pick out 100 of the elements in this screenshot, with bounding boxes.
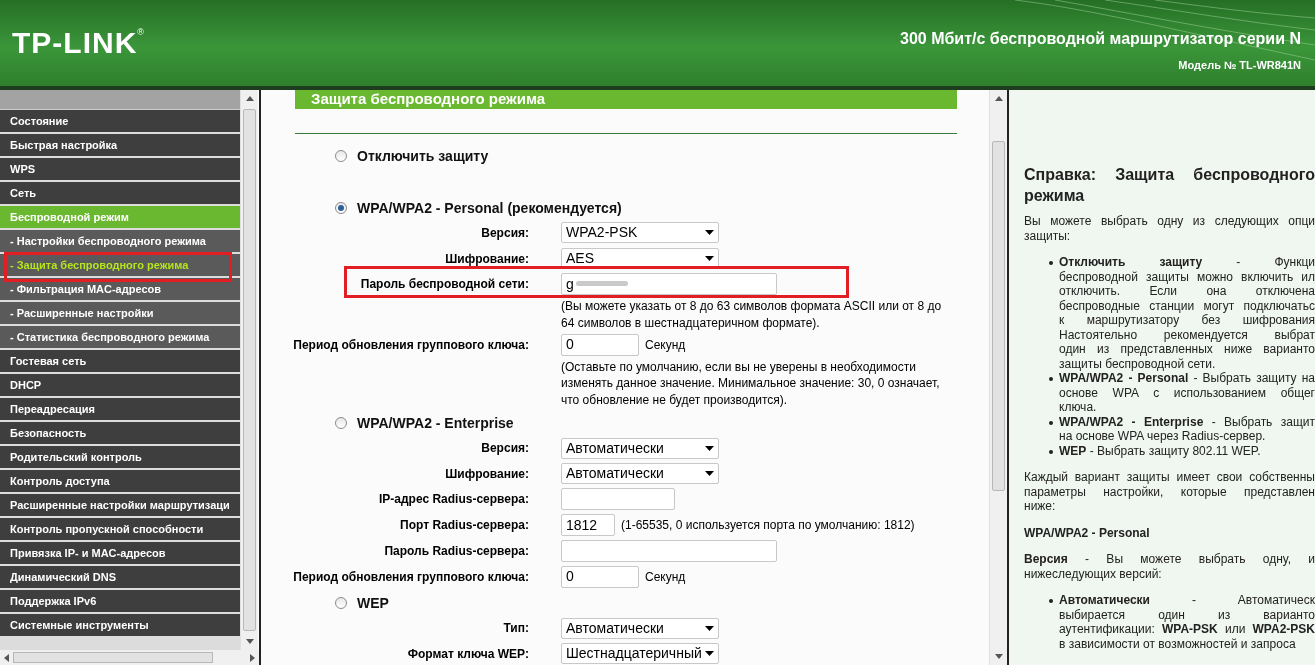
vertical-scrollbar[interactable]	[989, 90, 1007, 665]
menu-item[interactable]: Расширенные настройки маршрутизаци	[0, 494, 240, 516]
field-label: Тип:	[503, 621, 529, 636]
dropdown[interactable]: Автоматически	[561, 617, 719, 639]
submenu-item[interactable]: - Настройки беспроводного режима	[0, 230, 240, 252]
password-field[interactable]: g	[561, 273, 777, 296]
help-text: один из представленных ниже варианто	[1059, 342, 1315, 357]
input-field[interactable]	[561, 488, 675, 511]
menu-item[interactable]: Контроль пропускной способности	[0, 518, 240, 540]
help-text: выбирается один из варианто	[1059, 607, 1315, 622]
dropdown[interactable]: WPA2-PSK	[561, 222, 719, 244]
help-text: WEP - Выбрать защиту 802.11 WEP.	[1059, 443, 1262, 458]
help-text: беспроводной защиты можно включить ил	[1059, 269, 1315, 284]
input-field[interactable]: 0	[561, 565, 639, 588]
password-field[interactable]	[561, 539, 777, 562]
help-text: основе WPA с использованием общег	[1059, 385, 1315, 400]
menu-item[interactable]: Переадресация	[0, 398, 240, 420]
section-title: Защита беспроводного режима	[295, 90, 957, 109]
submenu-item[interactable]: - Статистика беспроводного режима	[0, 326, 240, 348]
field-label: Версия:	[481, 225, 529, 240]
field-note: что обновление не будет производится).	[561, 391, 789, 409]
option-label[interactable]: WEP	[357, 592, 389, 614]
field-label: Пароль Radius-сервера:	[384, 543, 529, 558]
help-text: отключить. Если она отключена	[1059, 284, 1315, 299]
input-field[interactable]: 1812	[561, 514, 615, 537]
help-text: WPA/WPA2 - Personal - Выбрать защиту на	[1059, 371, 1315, 386]
redaction-blur	[575, 280, 628, 289]
dropdown[interactable]: Автоматически	[561, 463, 719, 485]
help-text: параметры настройки, которые представлен	[1024, 484, 1315, 499]
radio-button[interactable]	[335, 417, 347, 430]
menu-item[interactable]: Состояние	[0, 110, 240, 132]
radio-button[interactable]	[335, 202, 347, 214]
field-hint: Секунд	[645, 568, 686, 586]
scroll-left-icon[interactable]	[4, 653, 9, 662]
menu-item[interactable]: Безопасность	[0, 422, 240, 444]
caret-icon	[705, 230, 714, 236]
help-text: WPA/WPA2 - Personal	[1024, 525, 1151, 540]
help-text: к маршрутизатору без шифрования	[1059, 313, 1315, 328]
submenu-item[interactable]: - Фильтрация MAC-адресов	[0, 278, 240, 300]
help-text: ниже:	[1024, 499, 1057, 514]
help-text: Отключить защиту - Функци	[1059, 255, 1315, 270]
scrollbar-thumb[interactable]	[13, 652, 213, 663]
option-label[interactable]: Отключить защиту	[357, 145, 489, 167]
caret-icon	[705, 471, 714, 477]
scroll-up-icon[interactable]	[245, 96, 254, 101]
scroll-down-icon[interactable]	[245, 639, 254, 644]
help-text: защиты:	[1024, 228, 1072, 243]
menu-item[interactable]: Поддержка IPv6	[0, 590, 240, 612]
help-text: Вы можете выбрать одну из следующих опци	[1024, 214, 1315, 229]
scrollbar-thumb[interactable]	[243, 109, 256, 631]
input-field[interactable]: 0	[561, 333, 639, 356]
menu-item[interactable]: Динамический DNS	[0, 566, 240, 588]
trademark-mark: ®	[137, 28, 144, 37]
field-hint: Секунд	[645, 336, 686, 354]
menu-item[interactable]: Системные инструменты	[0, 614, 240, 636]
menu-item[interactable]: Быстрая настройка	[0, 134, 240, 156]
submenu-item[interactable]: - Расширенные настройки	[0, 302, 240, 324]
field-hint: (1-65535, 0 используется порта по умолчанию: 1812)	[621, 517, 915, 535]
bullet-icon	[1049, 449, 1053, 454]
scroll-right-icon[interactable]	[250, 653, 255, 662]
caret-icon	[705, 625, 714, 631]
option-label[interactable]: WPA/WPA2 - Enterprise	[357, 412, 514, 434]
help-text: в зависимости от возможностей и запроса	[1059, 636, 1297, 651]
radio-button[interactable]	[335, 150, 347, 162]
dropdown[interactable]: Шестнадцатеричный	[561, 643, 719, 665]
help-text: на основе WPA через Radius-сервер.	[1059, 429, 1267, 444]
field-label: Шифрование:	[445, 251, 529, 266]
scrollbar-thumb[interactable]	[992, 141, 1005, 491]
scroll-down-icon[interactable]	[994, 654, 1003, 659]
vertical-scrollbar[interactable]	[240, 90, 258, 650]
field-note: (Вы можете указать от 8 до 63 символов формата ASCII или от 8 до	[561, 298, 943, 315]
field-note: 64 символов в шестнадцатеричном формате).	[561, 314, 821, 332]
menu-item[interactable]: Родительский контроль	[0, 446, 240, 468]
menu-item[interactable]: Контроль доступа	[0, 470, 240, 492]
scroll-up-icon[interactable]	[994, 96, 1003, 101]
field-label: Период обновления группового ключа:	[293, 569, 529, 584]
menu-item[interactable]: Гостевая сеть	[0, 350, 240, 372]
help-text: защиты беспроводной сети.	[1059, 356, 1217, 371]
menu-item[interactable]: DHCP	[0, 374, 240, 396]
radio-button[interactable]	[335, 597, 347, 610]
field-label: Версия:	[481, 441, 529, 456]
field-note: (Оставьте по умолчанию, если вы не уверены в необходимости	[561, 358, 917, 376]
caret-icon	[705, 256, 714, 262]
field-label: Формат ключа WEP:	[407, 646, 529, 661]
menu-item[interactable]: WPS	[0, 158, 240, 180]
field-label: Порт Radius-сервера:	[400, 518, 529, 533]
field-label: Шифрование:	[445, 466, 529, 481]
help-text: нижеследующих версий:	[1024, 566, 1163, 581]
horizontal-scrollbar[interactable]	[0, 650, 259, 665]
field-label: Пароль беспроводной сети:	[360, 277, 529, 292]
logo: TP-LINK	[12, 28, 138, 58]
dropdown[interactable]: Автоматически	[561, 437, 719, 459]
caret-icon	[705, 651, 714, 657]
product-title: 300 Мбит/с беспроводной маршрутизатор серии N	[900, 28, 1301, 49]
help-text: WPA/WPA2 - Enterprise - Выбрать защит	[1059, 414, 1315, 429]
bullet-icon	[1049, 420, 1053, 425]
menu-item[interactable]: Сеть	[0, 182, 240, 204]
menu-item[interactable]: Привязка IP- и MAC-адресов	[0, 542, 240, 564]
option-label[interactable]: WPA/WPA2 - Personal (рекомендуется)	[357, 197, 622, 219]
help-text: Автоматически - Автоматическ	[1059, 593, 1315, 608]
